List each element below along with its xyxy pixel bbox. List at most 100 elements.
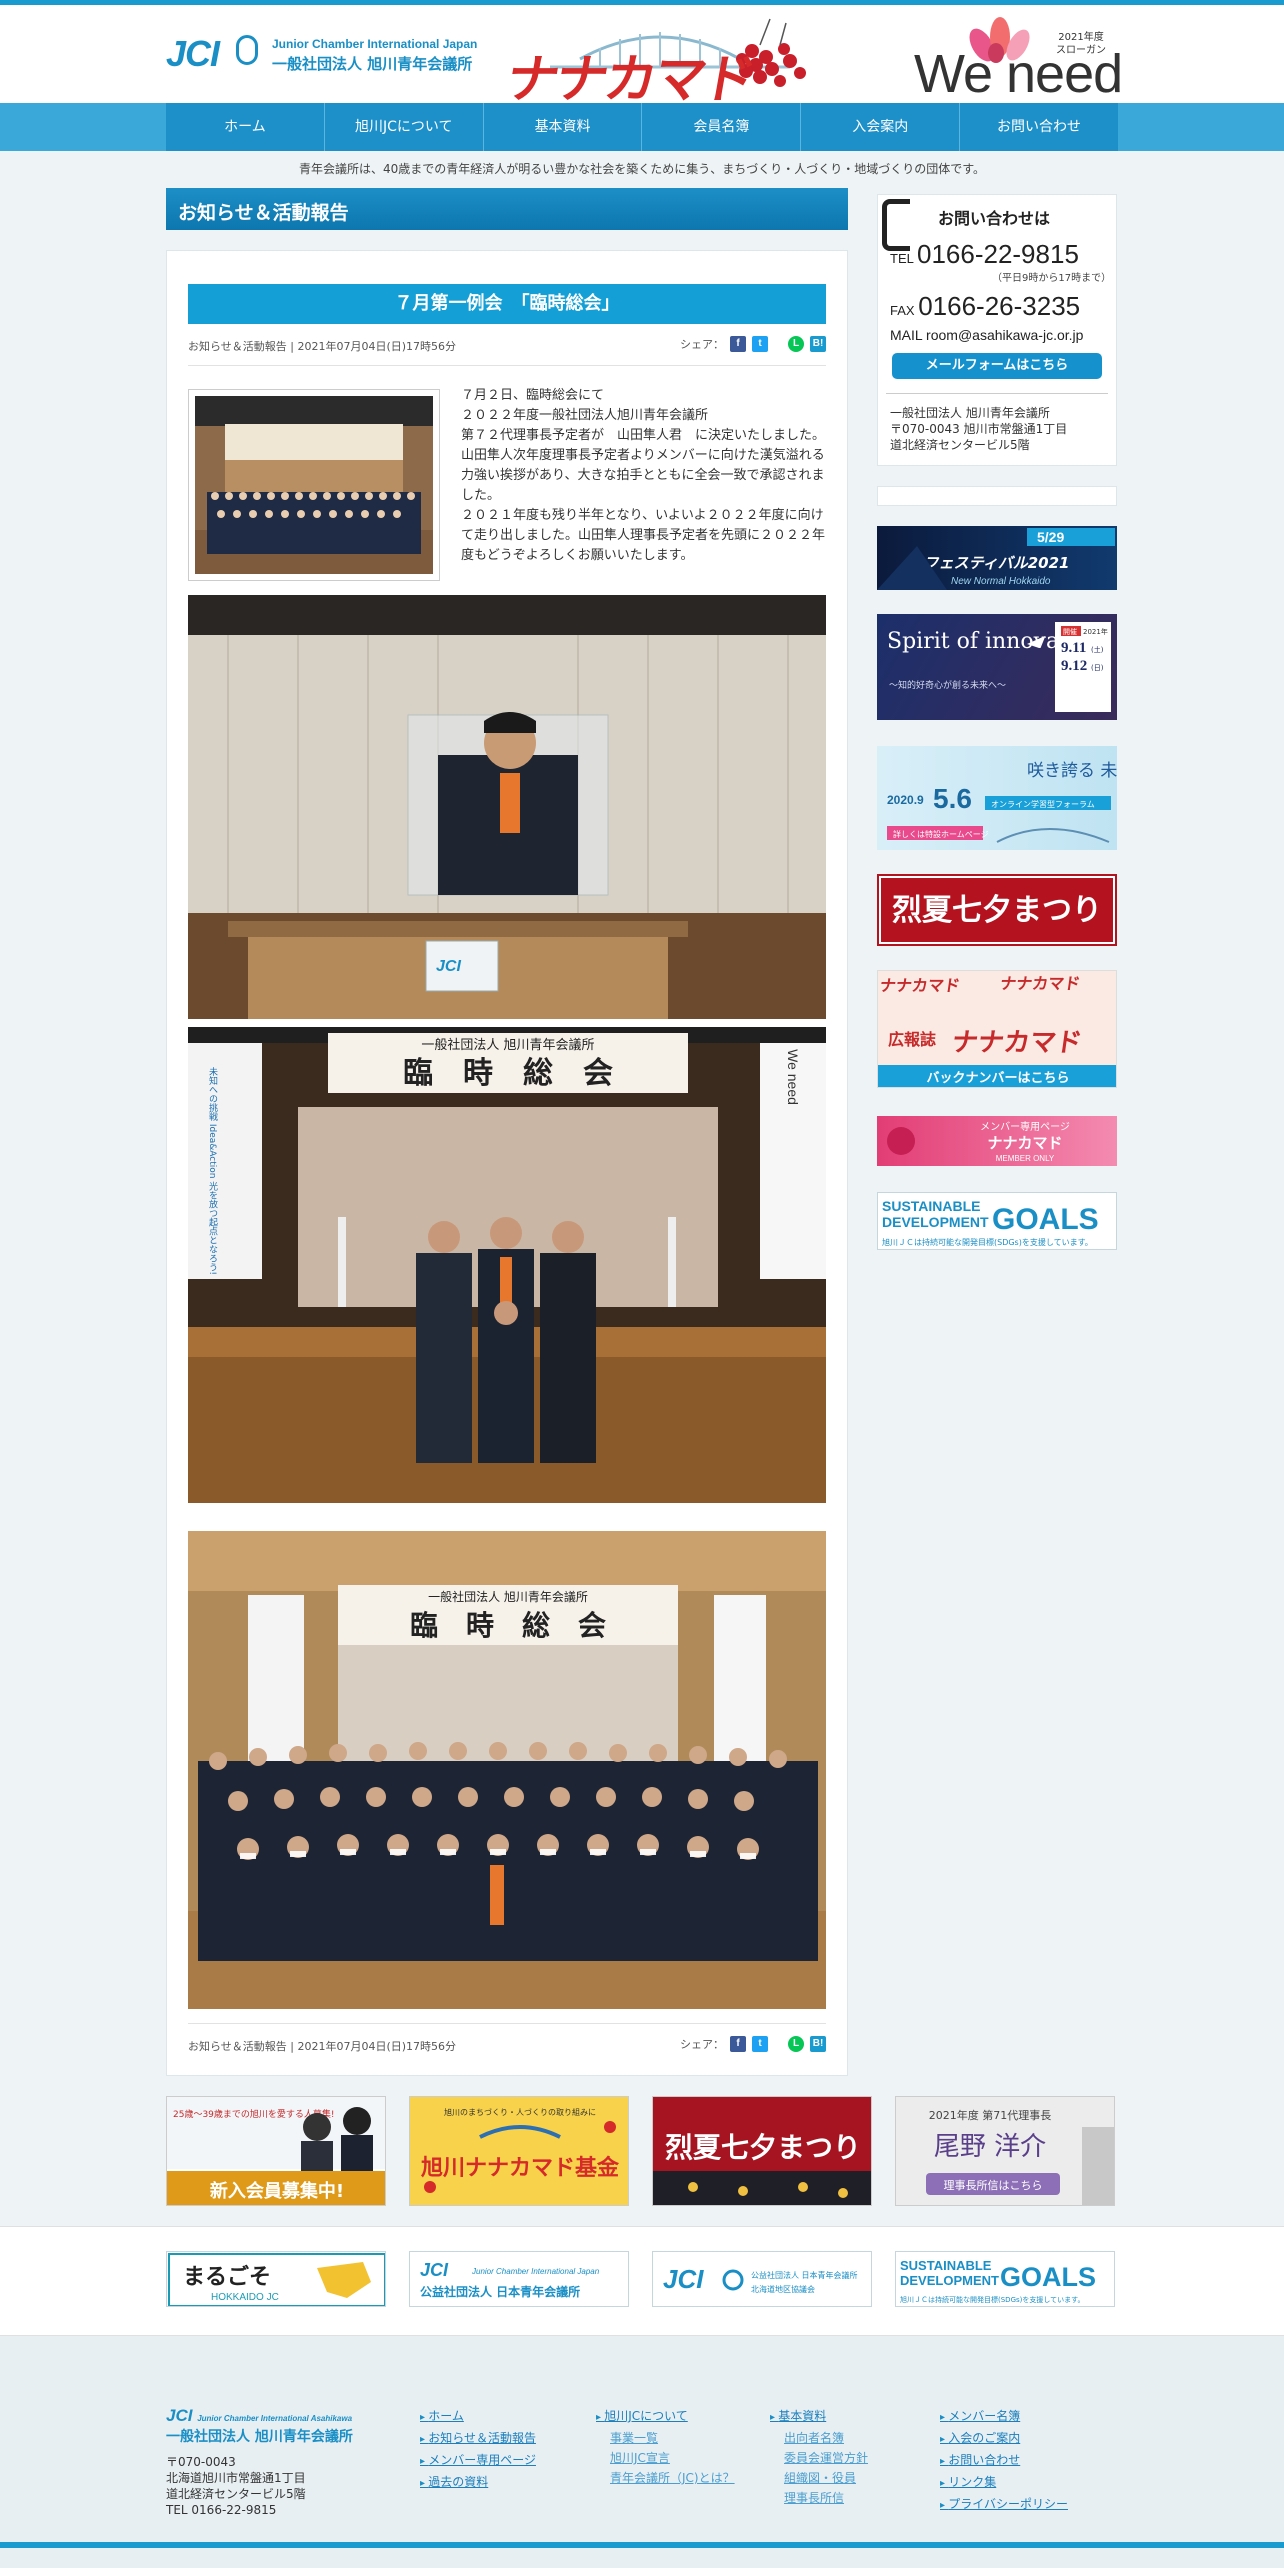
footer-link-archive[interactable]: 過去の資料 [420,2475,488,2489]
marugoto-hokkaido-link[interactable]: まるごそ HOKKAIDO JC [166,2251,386,2307]
sign-title: 臨 時 総 会 [410,1609,606,1642]
spirit-of-innovation-banner[interactable]: Spirit of innovation 〜知的好奇心が創る未来へ〜 開催 20… [877,614,1117,720]
nav-basic-docs[interactable]: 基本資料 [484,103,643,151]
svg-text:DEVELOPMENT: DEVELOPMENT [900,2273,999,2288]
article-photo-group[interactable]: 一般社団法人 旭川青年会議所 臨 時 総 会 [188,1531,826,2009]
footer-link-committee-policy[interactable]: 委員会運営方針 [784,2451,868,2465]
nihon-jc-link[interactable]: JCI Junior Chamber International Japan 公… [409,2251,629,2307]
twitter-icon[interactable]: t [752,2036,768,2052]
footer-link-contact[interactable]: お問い合わせ [940,2453,1020,2467]
slogan-side-banner: 未知への挑戦 Idea&Action 光を放つ起点となろう! [207,1066,218,1275]
svg-text:旭川ＪＣは持続可能な開発目標(SDGs)を支援しています。: 旭川ＪＣは持続可能な開発目標(SDGs)を支援しています。 [900,2295,1084,2304]
president-banner[interactable]: 2021年度 第71代理事長 尾野 洋介 理事長所信はこちら [895,2096,1115,2206]
footer-link-join[interactable]: 入会のご案内 [940,2431,1020,2445]
article-body: ７月２日、臨時総会にて ２０２２年度一般社団法人旭川青年会議所 第７２代理事長予… [461,386,827,566]
sdgs-partner-link[interactable]: SUSTAINABLE DEVELOPMENT GOALS 旭川ＪＣは持続可能な… [895,2251,1115,2307]
sdgs-banner[interactable]: SUSTAINABLE DEVELOPMENT GOALS 旭川ＪＣは持続可能な… [877,1192,1117,1250]
member-only-banner[interactable]: メンバー専用ページ ナナカマド MEMBER ONLY [877,1116,1117,1166]
share-label: シェア： [680,338,724,351]
body-paragraph: 第７２代理事長予定者が 山田隼人君 に決定いたしました。 [461,428,826,443]
footer-link-privacy[interactable]: プライバシーポリシー [940,2497,1068,2511]
article-title: ７月第一例会 「臨時総会」 [188,284,826,324]
footer-link-declaration[interactable]: 旭川JC宣言 [610,2451,670,2465]
footer-link-what-is-jc[interactable]: 青年会議所（JC)とは？ [610,2471,735,2485]
recruit-banner[interactable]: 25歳〜39歳までの旭川を愛する人募集! 新入会員募集中! [166,2096,386,2206]
line-icon[interactable]: L [788,2036,804,2052]
svg-text:オンライン学習型フォーラム: オンライン学習型フォーラム [991,799,1095,809]
nav-home[interactable]: ホーム [166,103,325,151]
org-name-jp: 一般社団法人 旭川青年会議所 [272,55,473,73]
body-paragraph: 山田隼人次年度理事長予定者よりメンバーに向けた漢気溢れる力強い挨拶があり、大きな… [461,448,825,503]
hokkaido-jc-link[interactable]: JCI 公益社団法人 日本青年会議所 北海道地区協議会 [652,2251,872,2307]
svg-text:GOALS: GOALS [992,1203,1099,1236]
svg-text:新入会員募集中!: 新入会員募集中! [210,2180,344,2202]
matsuri-banner[interactable]: 烈夏七夕まつり [877,874,1117,946]
svg-text:開催: 開催 [1063,627,1077,636]
footer-link-basic-docs[interactable]: 基本資料 [770,2409,826,2423]
nav-join[interactable]: 入会案内 [801,103,961,151]
facebook-icon[interactable]: f [730,2036,746,2052]
footer-col-1: ホーム お知らせ＆活動報告 メンバー専用ページ 過去の資料 [420,2406,536,2494]
article-thumbnail[interactable] [188,389,440,581]
svg-text:ナナカマド: ナナカマド [999,974,1082,993]
svg-text:5.6: 5.6 [933,783,972,814]
footer-link-projects[interactable]: 事業一覧 [610,2431,658,2445]
matsuri-bottom-banner[interactable]: 烈夏七夕まつり [652,2096,872,2206]
nav-about[interactable]: 旭川JCについて [325,103,484,151]
article-photo-speaker[interactable]: JCI [188,595,826,1019]
svg-text:Junior Chamber International J: Junior Chamber International Japan [471,2267,600,2276]
footer-link-secondment[interactable]: 出向者名簿 [784,2431,844,2445]
hatena-icon[interactable]: B! [810,2036,826,2052]
svg-text:公益社団法人 日本青年会議所: 公益社団法人 日本青年会議所 [751,2270,858,2280]
article-photo-handshake[interactable]: 一般社団法人 旭川青年会議所 臨 時 総 会 未知への挑戦 Idea&Actio… [188,1027,826,1503]
sign-org: 一般社団法人 旭川青年会議所 [428,1589,588,1604]
footer-link-member-list[interactable]: メンバー名簿 [940,2409,1020,2423]
jc-festival-banner[interactable]: 5/29 JCフェスティバル2021 New Normal Hokkaido [877,526,1117,590]
three-men [416,1217,596,1463]
jci-logo[interactable]: JCI [166,33,220,75]
line-icon[interactable]: L [788,336,804,352]
article-meta-top: お知らせ＆活動報告 | 2021年07月04日(日)17時56分 シェア： f … [188,333,826,357]
nav-members[interactable]: 会員名簿 [642,103,802,151]
hatena-icon[interactable]: B! [810,336,826,352]
svg-text:(土): (土) [1091,645,1104,654]
svg-text:メンバー専用ページ: メンバー専用ページ [980,1121,1070,1133]
kouhou-backnumber-banner[interactable]: ナナカマド ナナカマド 広報誌 ナナカマド バックナンバーはこちら [877,970,1117,1088]
global-nav: ホーム 旭川JCについて 基本資料 会員名簿 入会案内 お問い合わせ [0,103,1284,151]
section-title: お知らせ＆活動報告 [166,188,848,230]
footer-link-home[interactable]: ホーム [420,2409,464,2423]
contact-mail: MAIL room@asahikawa-jc.or.jp [890,327,1084,343]
svg-text:HOKKAIDO JC: HOKKAIDO JC [211,2292,279,2303]
svg-text:5/29: 5/29 [1037,529,1064,545]
svg-text:尾野 洋介: 尾野 洋介 [934,2132,1046,2162]
footer-link-member-page[interactable]: メンバー専用ページ [420,2453,536,2467]
footer-link-about[interactable]: 旭川JCについて [596,2409,688,2423]
svg-text:JCI: JCI [420,2260,449,2280]
kikin-banner[interactable]: 旭川のまちづくり・人づくりの取り組みに 旭川ナナカマド基金 [409,2096,629,2206]
footer-logo[interactable]: JCI Junior Chamber International Asahika… [166,2406,352,2426]
sidebar-empty-box [877,486,1117,506]
svg-text:理事長所信はこちら: 理事長所信はこちら [944,2179,1043,2192]
svg-text:ナナカマド: ナナカマド [950,1027,1084,1058]
site-footer: JCI Junior Chamber International Asahika… [0,2336,1284,2568]
forum-banner[interactable]: 2020.9 5.6 咲き誇る 未来へ オンライン学習型フォーラム 詳しくは特設… [877,746,1117,850]
twitter-icon[interactable]: t [752,336,768,352]
footer-link-president-policy[interactable]: 理事長所信 [784,2491,844,2505]
weneed-banner: We need [785,1049,801,1105]
mail-form-button[interactable]: メールフォームはこちら [892,353,1102,379]
footer-link-org-chart[interactable]: 組織図・役員 [784,2471,856,2485]
footer-col-5: メンバー名簿 入会のご案内 お問い合わせ リンク集 プライバシーポリシー [940,2406,1068,2516]
facebook-icon[interactable]: f [730,336,746,352]
svg-text:咲き誇る 未来へ: 咲き誇る 未来へ [1027,761,1117,781]
nav-contact[interactable]: お問い合わせ [960,103,1118,151]
svg-text:詳しくは特設ホームページ: 詳しくは特設ホームページ [893,829,989,839]
sign-org: 一般社団法人 旭川青年会議所 [421,1037,594,1053]
slogan-logo: We need [914,44,1123,104]
footer-link-news[interactable]: お知らせ＆活動報告 [420,2431,536,2445]
svg-text:JCI: JCI [663,2264,704,2294]
svg-text:旭川ＪＣは持続可能な開発目標(SDGs)を支援しています。: 旭川ＪＣは持続可能な開発目標(SDGs)を支援しています。 [882,1237,1093,1247]
footer-link-links[interactable]: リンク集 [940,2475,996,2489]
share-bar: シェア： f t L B! [680,336,826,352]
body-paragraph: ７月２日、臨時総会にて [461,388,605,403]
svg-text:(日): (日) [1091,664,1104,672]
